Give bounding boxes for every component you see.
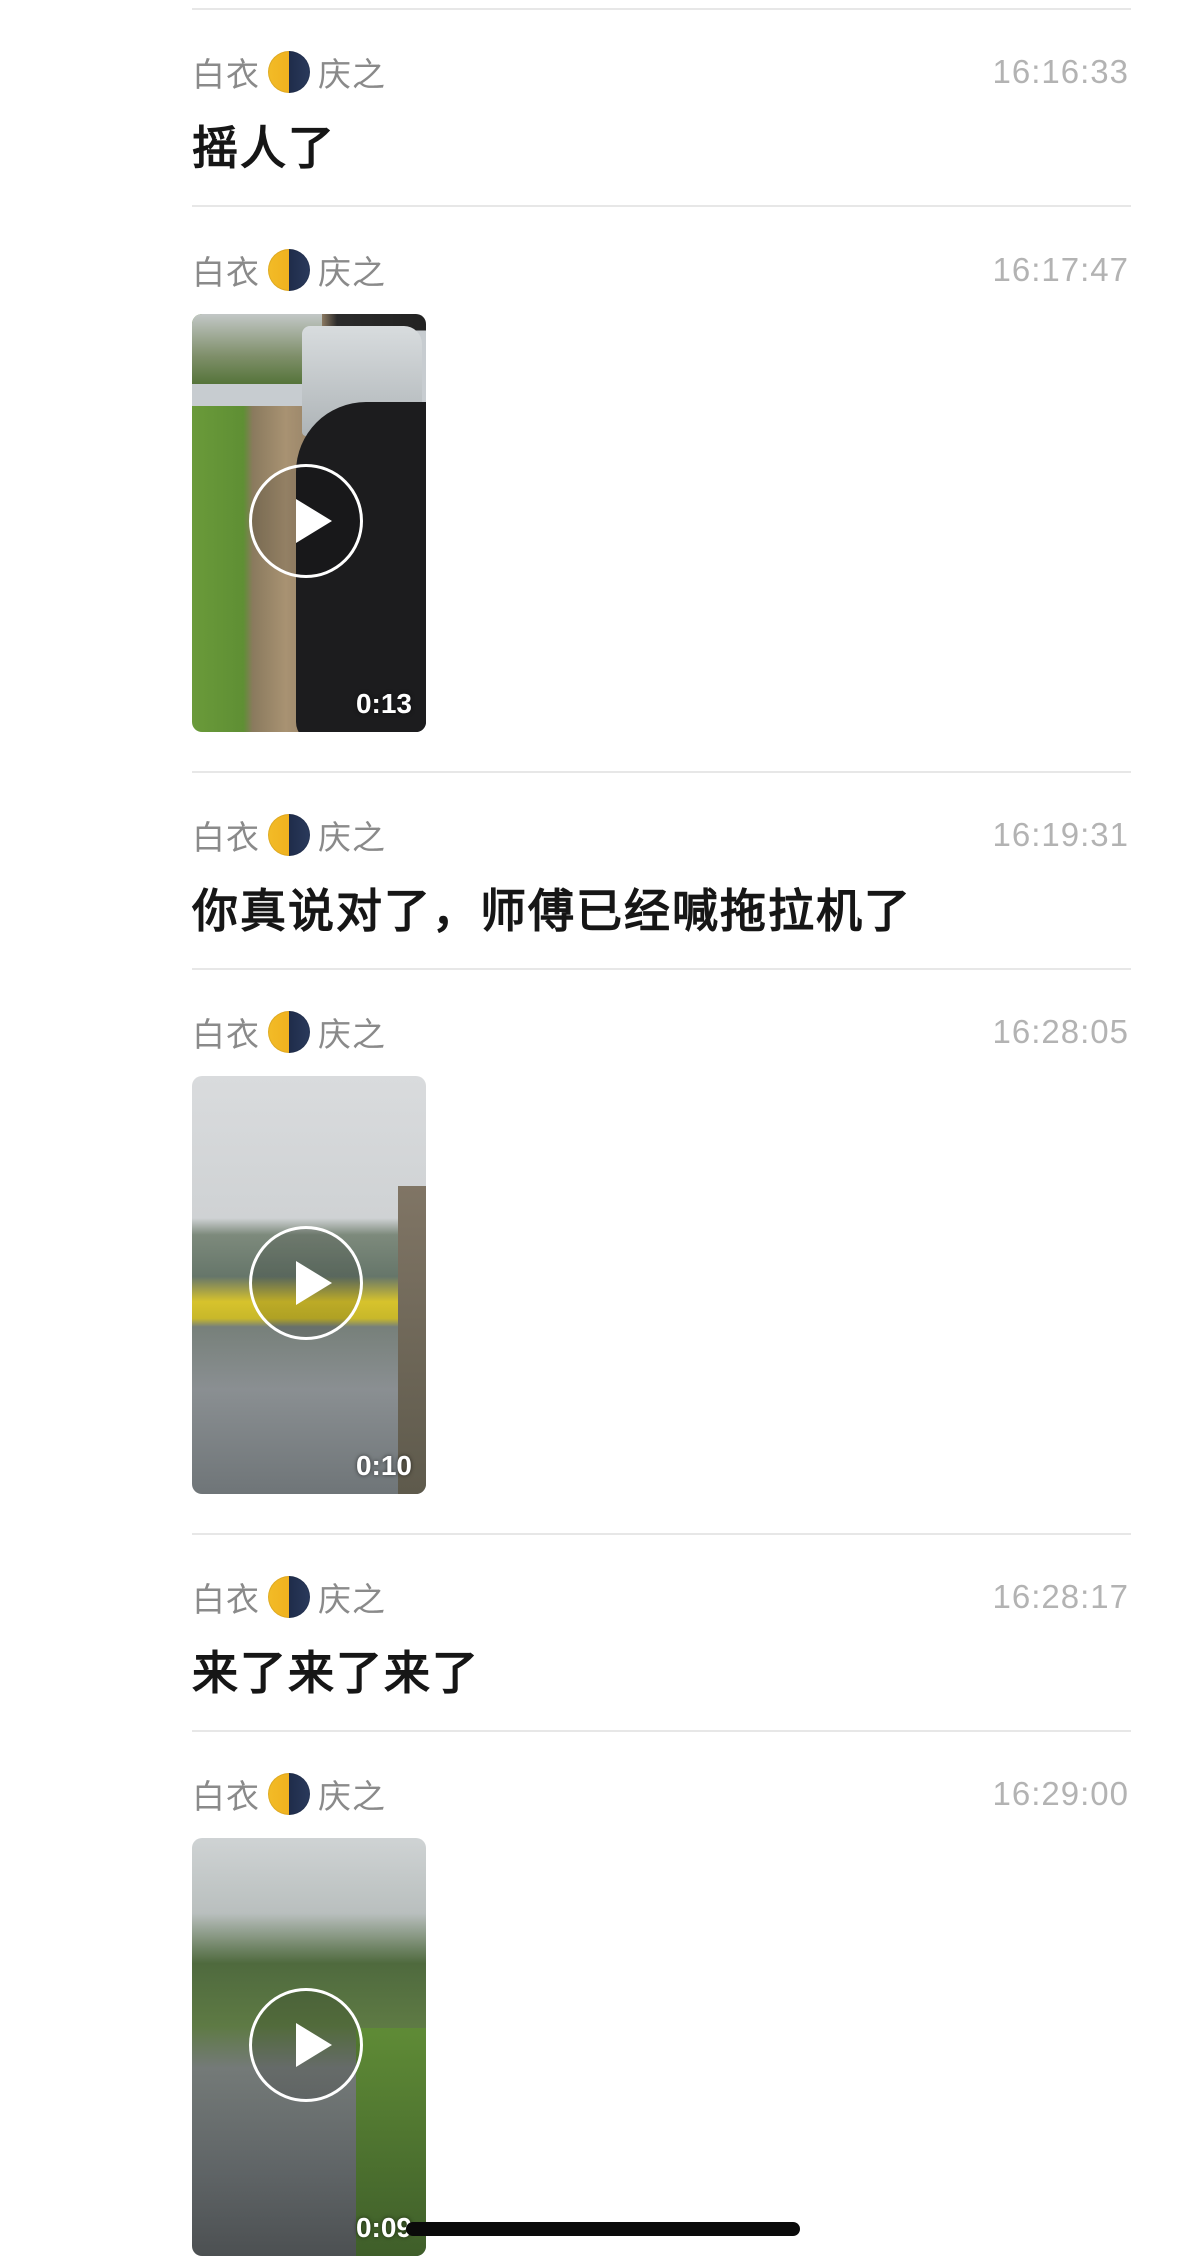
message-item[interactable]: 白衣 庆之 16:29:00 0:09 — [192, 1772, 1131, 2262]
video-duration: 0:09 — [355, 2212, 412, 2243]
sender-name: 白衣 庆之 — [192, 248, 386, 292]
play-icon[interactable] — [249, 1988, 363, 2102]
moon-emoji-icon — [268, 1576, 310, 1618]
message-time: 16:28:05 — [992, 1013, 1129, 1050]
message-text[interactable]: 摇人了 — [192, 112, 336, 178]
message-time: 16:29:00 — [992, 1775, 1129, 1812]
video-thumbnail[interactable]: 0:10 — [192, 1076, 426, 1494]
sender-name-left: 白衣 — [192, 1581, 260, 1618]
video-thumbnail[interactable]: 0:13 — [192, 314, 426, 732]
sender-name-right: 庆之 — [318, 819, 386, 856]
sender-name-right: 庆之 — [318, 56, 386, 93]
video-frame-hedge — [398, 1186, 426, 1494]
sender-name: 白衣 庆之 — [192, 1010, 386, 1054]
sender-name-left: 白衣 — [192, 1778, 260, 1815]
sender-name-left: 白衣 — [192, 56, 260, 93]
message-time: 16:16:33 — [992, 53, 1129, 90]
message-divider — [192, 1533, 1131, 1535]
moon-emoji-icon — [268, 249, 310, 291]
sender-name: 白衣 庆之 — [192, 50, 386, 94]
message-divider — [192, 968, 1131, 970]
sender-name-left: 白衣 — [192, 1016, 260, 1053]
sender-name: 白衣 庆之 — [192, 813, 386, 857]
video-thumbnail[interactable]: 0:09 — [192, 1838, 426, 2256]
moon-emoji-icon — [268, 1011, 310, 1053]
message-item[interactable]: 白衣 庆之 16:16:33 摇人了 — [192, 50, 1131, 207]
moon-emoji-icon — [268, 51, 310, 93]
sender-name-right: 庆之 — [318, 1581, 386, 1618]
message-item[interactable]: 白衣 庆之 16:28:17 来了来了来了 — [192, 1575, 1131, 1732]
play-icon[interactable] — [249, 464, 363, 578]
moon-emoji-icon — [268, 814, 310, 856]
message-divider — [192, 205, 1131, 207]
message-divider — [192, 771, 1131, 773]
sender-name: 白衣 庆之 — [192, 1575, 386, 1619]
video-duration: 0:10 — [355, 1450, 412, 1481]
sender-name-left: 白衣 — [192, 819, 260, 856]
message-time: 16:19:31 — [992, 816, 1129, 853]
message-time: 16:17:47 — [992, 251, 1129, 288]
sender-name-left: 白衣 — [192, 254, 260, 291]
message-item[interactable]: 白衣 庆之 16:28:05 0:10 — [192, 1010, 1131, 1535]
top-divider — [192, 8, 1131, 10]
message-item[interactable]: 白衣 庆之 16:19:31 你真说对了，师傅已经喊拖拉机了 — [192, 813, 1131, 970]
video-duration: 0:13 — [355, 688, 412, 719]
message-text[interactable]: 来了来了来了 — [192, 1637, 480, 1703]
sender-name: 白衣 庆之 — [192, 1772, 386, 1816]
message-divider — [192, 1730, 1131, 1732]
message-text[interactable]: 你真说对了，师傅已经喊拖拉机了 — [192, 875, 912, 941]
message-time: 16:28:17 — [992, 1578, 1129, 1615]
sender-name-right: 庆之 — [318, 254, 386, 291]
message-item[interactable]: 白衣 庆之 16:17:47 0:13 — [192, 248, 1131, 773]
sender-name-right: 庆之 — [318, 1778, 386, 1815]
play-icon[interactable] — [249, 1226, 363, 1340]
moon-emoji-icon — [268, 1773, 310, 1815]
home-indicator[interactable] — [406, 2222, 800, 2236]
sender-name-right: 庆之 — [318, 1016, 386, 1053]
